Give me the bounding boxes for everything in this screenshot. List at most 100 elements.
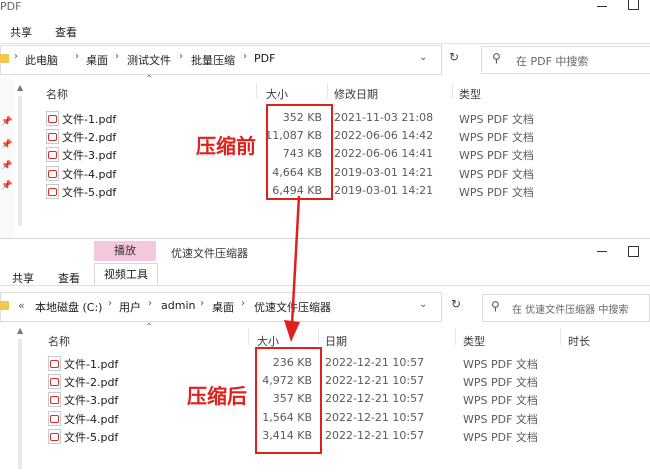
down-arrow-icon	[284, 196, 301, 342]
file-name: 文件-1.pdf	[62, 113, 117, 126]
chevron-right-icon: ›	[179, 51, 183, 62]
tab-video-tools[interactable]: 视频工具	[94, 263, 158, 286]
chevron-right-icon: ›	[243, 51, 247, 62]
top-address-bar[interactable]: › 此电脑 › 桌面 › 测试文件 › 批量压缩 › PDF ⌄	[0, 45, 442, 75]
nav-scrollbar-track[interactable]	[18, 96, 22, 226]
pdf-file-icon	[48, 410, 61, 426]
column-separator[interactable]	[327, 83, 328, 99]
file-date: 2022-12-21 10:57	[325, 410, 425, 424]
file-type: WPS PDF 文档	[463, 394, 538, 408]
arrow-shaft	[290, 196, 301, 325]
dropdown-chevron-icon[interactable]: ⌄	[419, 299, 427, 310]
crumb-batch-compress[interactable]: 批量压缩	[191, 52, 235, 68]
folder-icon	[0, 301, 9, 310]
bottom-search-box[interactable]: ⚲ 在 优速文件压缩器 中搜索	[482, 294, 650, 322]
pin-icon[interactable]: 📌	[1, 117, 12, 127]
file-type: WPS PDF 文档	[459, 131, 534, 145]
refresh-icon[interactable]: ↻	[451, 297, 461, 311]
pdf-file-icon	[48, 356, 61, 371]
ribbon-divider	[0, 43, 650, 44]
column-header-type[interactable]: 类型	[463, 333, 485, 349]
pin-icon[interactable]: 📌	[1, 161, 12, 171]
sort-up-chevron-icon: ⌃	[145, 74, 154, 85]
file-name: 文件-5.pdf	[62, 185, 117, 199]
bottom-explorer-window: 播放 优速文件压缩器 共享 查看 视频工具 « 本地磁盘 (C:) › 用户 ›…	[0, 238, 650, 472]
arrow-head	[284, 320, 300, 342]
file-name: 文件-2.pdf	[64, 376, 119, 390]
column-header-type[interactable]: 类型	[459, 86, 481, 102]
file-type: WPS PDF 文档	[459, 149, 534, 163]
tab-video-tools-label: 视频工具	[104, 268, 148, 281]
pin-icon[interactable]: 📌	[1, 181, 12, 191]
column-separator[interactable]	[318, 329, 319, 345]
column-header-name[interactable]: 名称	[46, 86, 68, 102]
chevron-right-icon: ›	[200, 298, 204, 309]
column-header-date[interactable]: 日期	[325, 333, 347, 349]
crumb-test-files[interactable]: 测试文件	[127, 52, 171, 68]
dropdown-chevron-icon[interactable]: ⌄	[419, 52, 427, 63]
column-header-duration[interactable]: 时长	[568, 333, 590, 349]
file-date: 2021-11-03 21:08	[334, 111, 434, 124]
pdf-file-icon	[48, 374, 61, 390]
crumb-this-pc[interactable]: 此电脑	[25, 52, 58, 68]
column-separator[interactable]	[256, 83, 257, 99]
pdf-file-icon	[46, 147, 59, 163]
crumb-desktop[interactable]: 桌面	[212, 299, 234, 315]
tab-view[interactable]: 查看	[58, 270, 80, 286]
column-header-date[interactable]: 修改日期	[334, 86, 378, 102]
pdf-file-icon	[46, 183, 59, 199]
chevron-right-icon: ›	[115, 51, 119, 62]
minimize-icon[interactable]	[597, 251, 607, 252]
file-date: 2019-03-01 14:21	[334, 183, 434, 197]
column-separator[interactable]	[455, 329, 456, 345]
minimize-icon[interactable]	[597, 6, 607, 7]
bottom-address-bar[interactable]: « 本地磁盘 (C:) › 用户 › admin › 桌面 › 优速文件压缩器 …	[0, 292, 442, 322]
file-type: WPS PDF 文档	[459, 167, 534, 181]
after-compression-label: 压缩后	[187, 384, 247, 408]
column-separator[interactable]	[248, 329, 249, 345]
column-separator[interactable]	[452, 83, 453, 99]
ribbon-divider	[0, 285, 650, 286]
crumb-pdf[interactable]: PDF	[254, 52, 275, 65]
chevron-right-icon: ›	[241, 298, 245, 309]
search-icon: ⚲	[492, 51, 501, 65]
after-size-highlight	[255, 347, 322, 454]
pdf-file-icon	[46, 111, 59, 126]
file-name: 文件-3.pdf	[62, 149, 117, 163]
refresh-icon[interactable]: ↻	[449, 50, 459, 64]
crumb-admin[interactable]: admin	[161, 299, 195, 312]
crumb-desktop[interactable]: 桌面	[86, 52, 108, 68]
nav-pane	[0, 78, 14, 238]
pin-icon[interactable]: 📌	[1, 140, 12, 150]
nav-scroll-arrow-icon[interactable]: ▲	[17, 83, 23, 92]
chevron-right-icon: ›	[148, 298, 152, 309]
pdf-file-icon	[48, 428, 61, 444]
file-name: 文件-3.pdf	[64, 394, 119, 408]
context-tab-play[interactable]: 播放	[94, 241, 156, 261]
crumb-users[interactable]: 用户	[119, 299, 141, 315]
tab-view[interactable]: 查看	[55, 24, 77, 40]
maximize-icon[interactable]	[628, 0, 639, 10]
before-compression-label: 压缩前	[196, 134, 256, 158]
file-type: WPS PDF 文档	[463, 430, 538, 444]
nav-scroll-arrow-icon[interactable]: ▲	[17, 326, 23, 335]
crumb-overflow[interactable]: «	[18, 299, 25, 312]
file-name: 文件-4.pdf	[64, 412, 119, 426]
crumb-local-disk[interactable]: 本地磁盘 (C:)	[35, 299, 102, 315]
file-type: WPS PDF 文档	[463, 412, 538, 426]
pdf-file-icon	[48, 392, 61, 408]
top-window-title: PDF	[0, 0, 22, 13]
column-header-name[interactable]: 名称	[48, 333, 70, 349]
nav-scrollbar-track[interactable]	[18, 339, 22, 469]
top-search-box[interactable]: ⚲ 在 PDF 中搜索	[481, 46, 650, 74]
maximize-icon[interactable]	[628, 246, 639, 257]
chevron-right-icon: ›	[108, 298, 112, 309]
context-tab-play-label: 播放	[114, 244, 136, 257]
column-header-size[interactable]: 大小	[266, 86, 288, 102]
file-date: 2022-12-21 10:57	[325, 374, 425, 388]
column-separator[interactable]	[560, 329, 561, 345]
tab-share[interactable]: 共享	[10, 24, 32, 40]
file-type: WPS PDF 文档	[463, 358, 538, 371]
search-placeholder: 在 优速文件压缩器 中搜索	[512, 305, 629, 316]
tab-share[interactable]: 共享	[12, 270, 34, 286]
